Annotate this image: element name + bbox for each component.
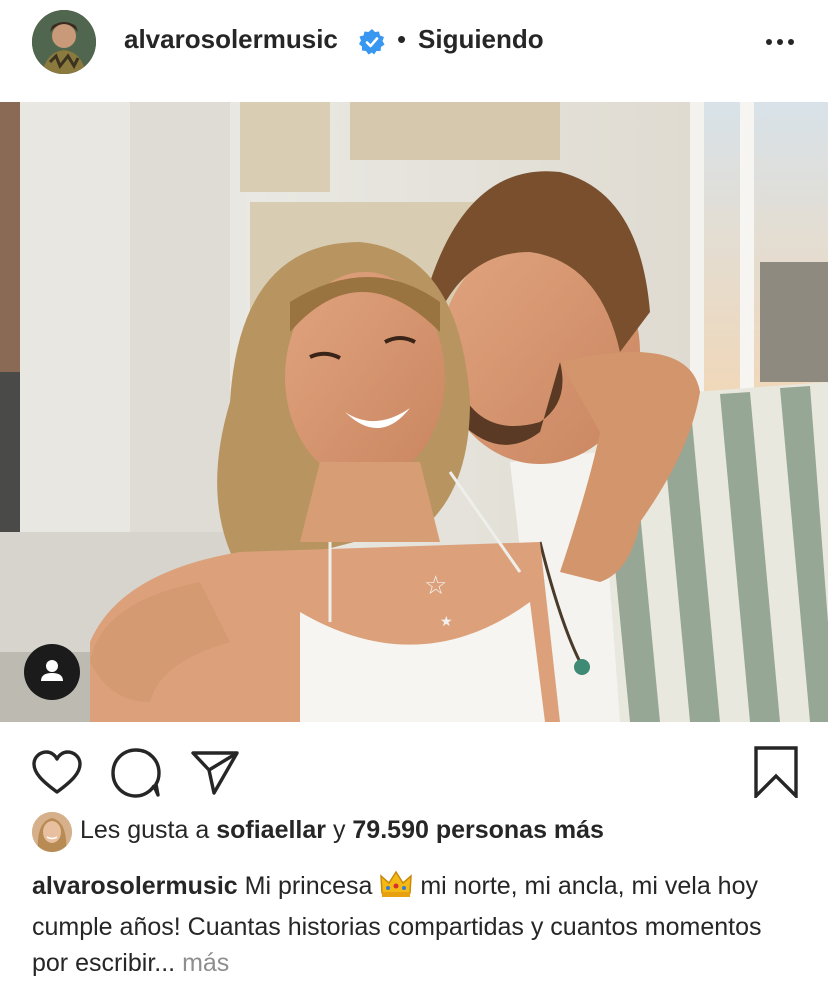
heart-icon[interactable] bbox=[32, 750, 82, 796]
likes-count[interactable]: 79.590 personas más bbox=[352, 816, 604, 844]
likes-prefix: Les gusta a bbox=[80, 816, 210, 844]
post-caption: alvarosolermusic Mi princesa mi norte, m… bbox=[32, 868, 802, 981]
caption-text-1: Mi princesa bbox=[244, 872, 373, 900]
comment-icon[interactable] bbox=[110, 748, 162, 798]
profile-avatar[interactable] bbox=[32, 10, 96, 74]
crown-emoji bbox=[379, 869, 413, 909]
likes-connector: y bbox=[332, 816, 346, 844]
following-button[interactable]: Siguiendo bbox=[418, 24, 544, 55]
svg-text:★: ★ bbox=[440, 614, 453, 630]
verified-badge-icon bbox=[359, 29, 385, 55]
share-icon[interactable] bbox=[190, 750, 240, 796]
more-options-icon[interactable] bbox=[760, 28, 800, 56]
username-link[interactable]: alvarosolermusic bbox=[124, 24, 338, 55]
caption-username[interactable]: alvarosolermusic bbox=[32, 872, 238, 900]
svg-text:☆: ☆ bbox=[424, 571, 447, 601]
liker-avatar[interactable] bbox=[32, 812, 72, 852]
separator-dot: • bbox=[397, 24, 407, 54]
likes-summary: Les gusta a sofiaellar y 79.590 personas… bbox=[80, 816, 604, 845]
liker-username[interactable]: sofiaellar bbox=[216, 816, 326, 844]
user-tag-icon[interactable] bbox=[24, 644, 80, 700]
caption-more-link[interactable]: más bbox=[182, 949, 229, 977]
post-header: alvarosolermusic • Siguiendo bbox=[0, 0, 828, 102]
post-photo[interactable]: ☆ ★ bbox=[0, 102, 828, 722]
bookmark-icon[interactable] bbox=[752, 746, 800, 798]
